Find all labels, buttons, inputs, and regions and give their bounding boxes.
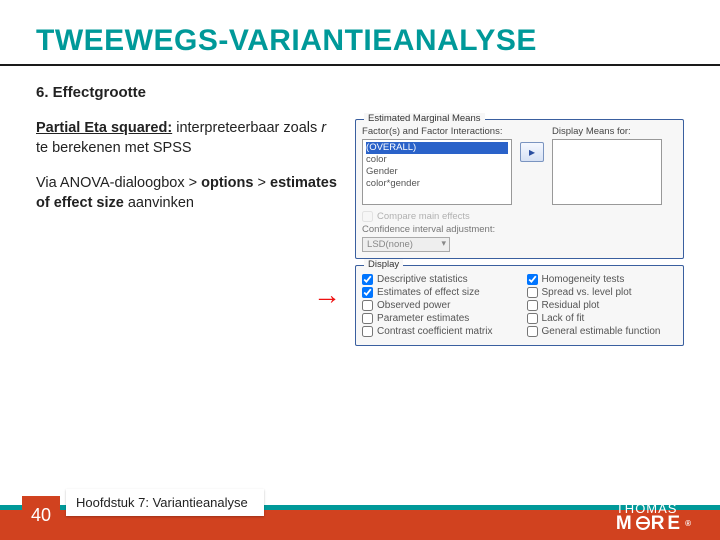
ci-adjust-label: Confidence interval adjustment: xyxy=(362,224,495,235)
display-means-label: Display Means for: xyxy=(552,126,662,137)
ci-adjust-select: LSD(none) xyxy=(362,237,450,252)
opt-observed-power[interactable]: Observed power xyxy=(362,300,512,311)
compare-main-effects-checkbox: Compare main effects xyxy=(362,211,677,222)
factors-label: Factor(s) and Factor Interactions: xyxy=(362,126,512,137)
em-means-panel: Estimated Marginal Means Factor(s) and F… xyxy=(355,119,684,259)
factor-item[interactable]: (OVERALL) xyxy=(366,142,508,154)
slide-footer: 40 Hoofdstuk 7: Variantieanalyse THOMAS … xyxy=(0,484,720,540)
body-text: Partial Eta squared: interpreteerbaar zo… xyxy=(36,119,345,352)
registered-icon: ® xyxy=(685,520,694,527)
factors-listbox[interactable]: (OVERALL) color Gender color*gender xyxy=(362,139,512,205)
move-right-button[interactable]: ▸ xyxy=(520,142,544,162)
slide-title: TWEEWEGS-VARIANTIEANALYSE xyxy=(36,24,684,64)
chapter-label: Hoofdstuk 7: Variantieanalyse xyxy=(66,489,264,516)
display-panel-label: Display xyxy=(364,259,403,270)
triangle-right-icon: ▸ xyxy=(529,145,535,159)
opt-homogeneity-tests[interactable]: Homogeneity tests xyxy=(527,274,677,285)
em-panel-label: Estimated Marginal Means xyxy=(364,113,484,124)
spss-dialog: Estimated Marginal Means Factor(s) and F… xyxy=(355,119,684,352)
factor-item[interactable]: color xyxy=(366,154,508,166)
thomas-more-logo: THOMAS M RE ® xyxy=(616,503,694,532)
factor-item[interactable]: Gender xyxy=(366,166,508,178)
page-number: 40 xyxy=(22,496,60,534)
opt-residual-plot[interactable]: Residual plot xyxy=(527,300,677,311)
opt-contrast-matrix[interactable]: Contrast coefficient matrix xyxy=(362,326,512,337)
opt-general-estimable[interactable]: General estimable function xyxy=(527,326,677,337)
opt-parameter-estimates[interactable]: Parameter estimates xyxy=(362,313,512,324)
display-means-listbox[interactable] xyxy=(552,139,662,205)
display-panel: Display Descriptive statistics Estimates… xyxy=(355,265,684,346)
factor-item[interactable]: color*gender xyxy=(366,178,508,190)
red-arrow-icon: → xyxy=(313,279,341,311)
opt-estimates-effect-size[interactable]: Estimates of effect size xyxy=(362,287,512,298)
section-heading: 6. Effectgrootte xyxy=(36,84,684,101)
term-partial-eta: Partial Eta squared: xyxy=(36,120,172,136)
title-divider xyxy=(0,64,720,66)
logo-o-icon xyxy=(636,516,650,530)
opt-lack-of-fit[interactable]: Lack of fit xyxy=(527,313,677,324)
opt-descriptive-statistics[interactable]: Descriptive statistics xyxy=(362,274,512,285)
opt-spread-level-plot[interactable]: Spread vs. level plot xyxy=(527,287,677,298)
